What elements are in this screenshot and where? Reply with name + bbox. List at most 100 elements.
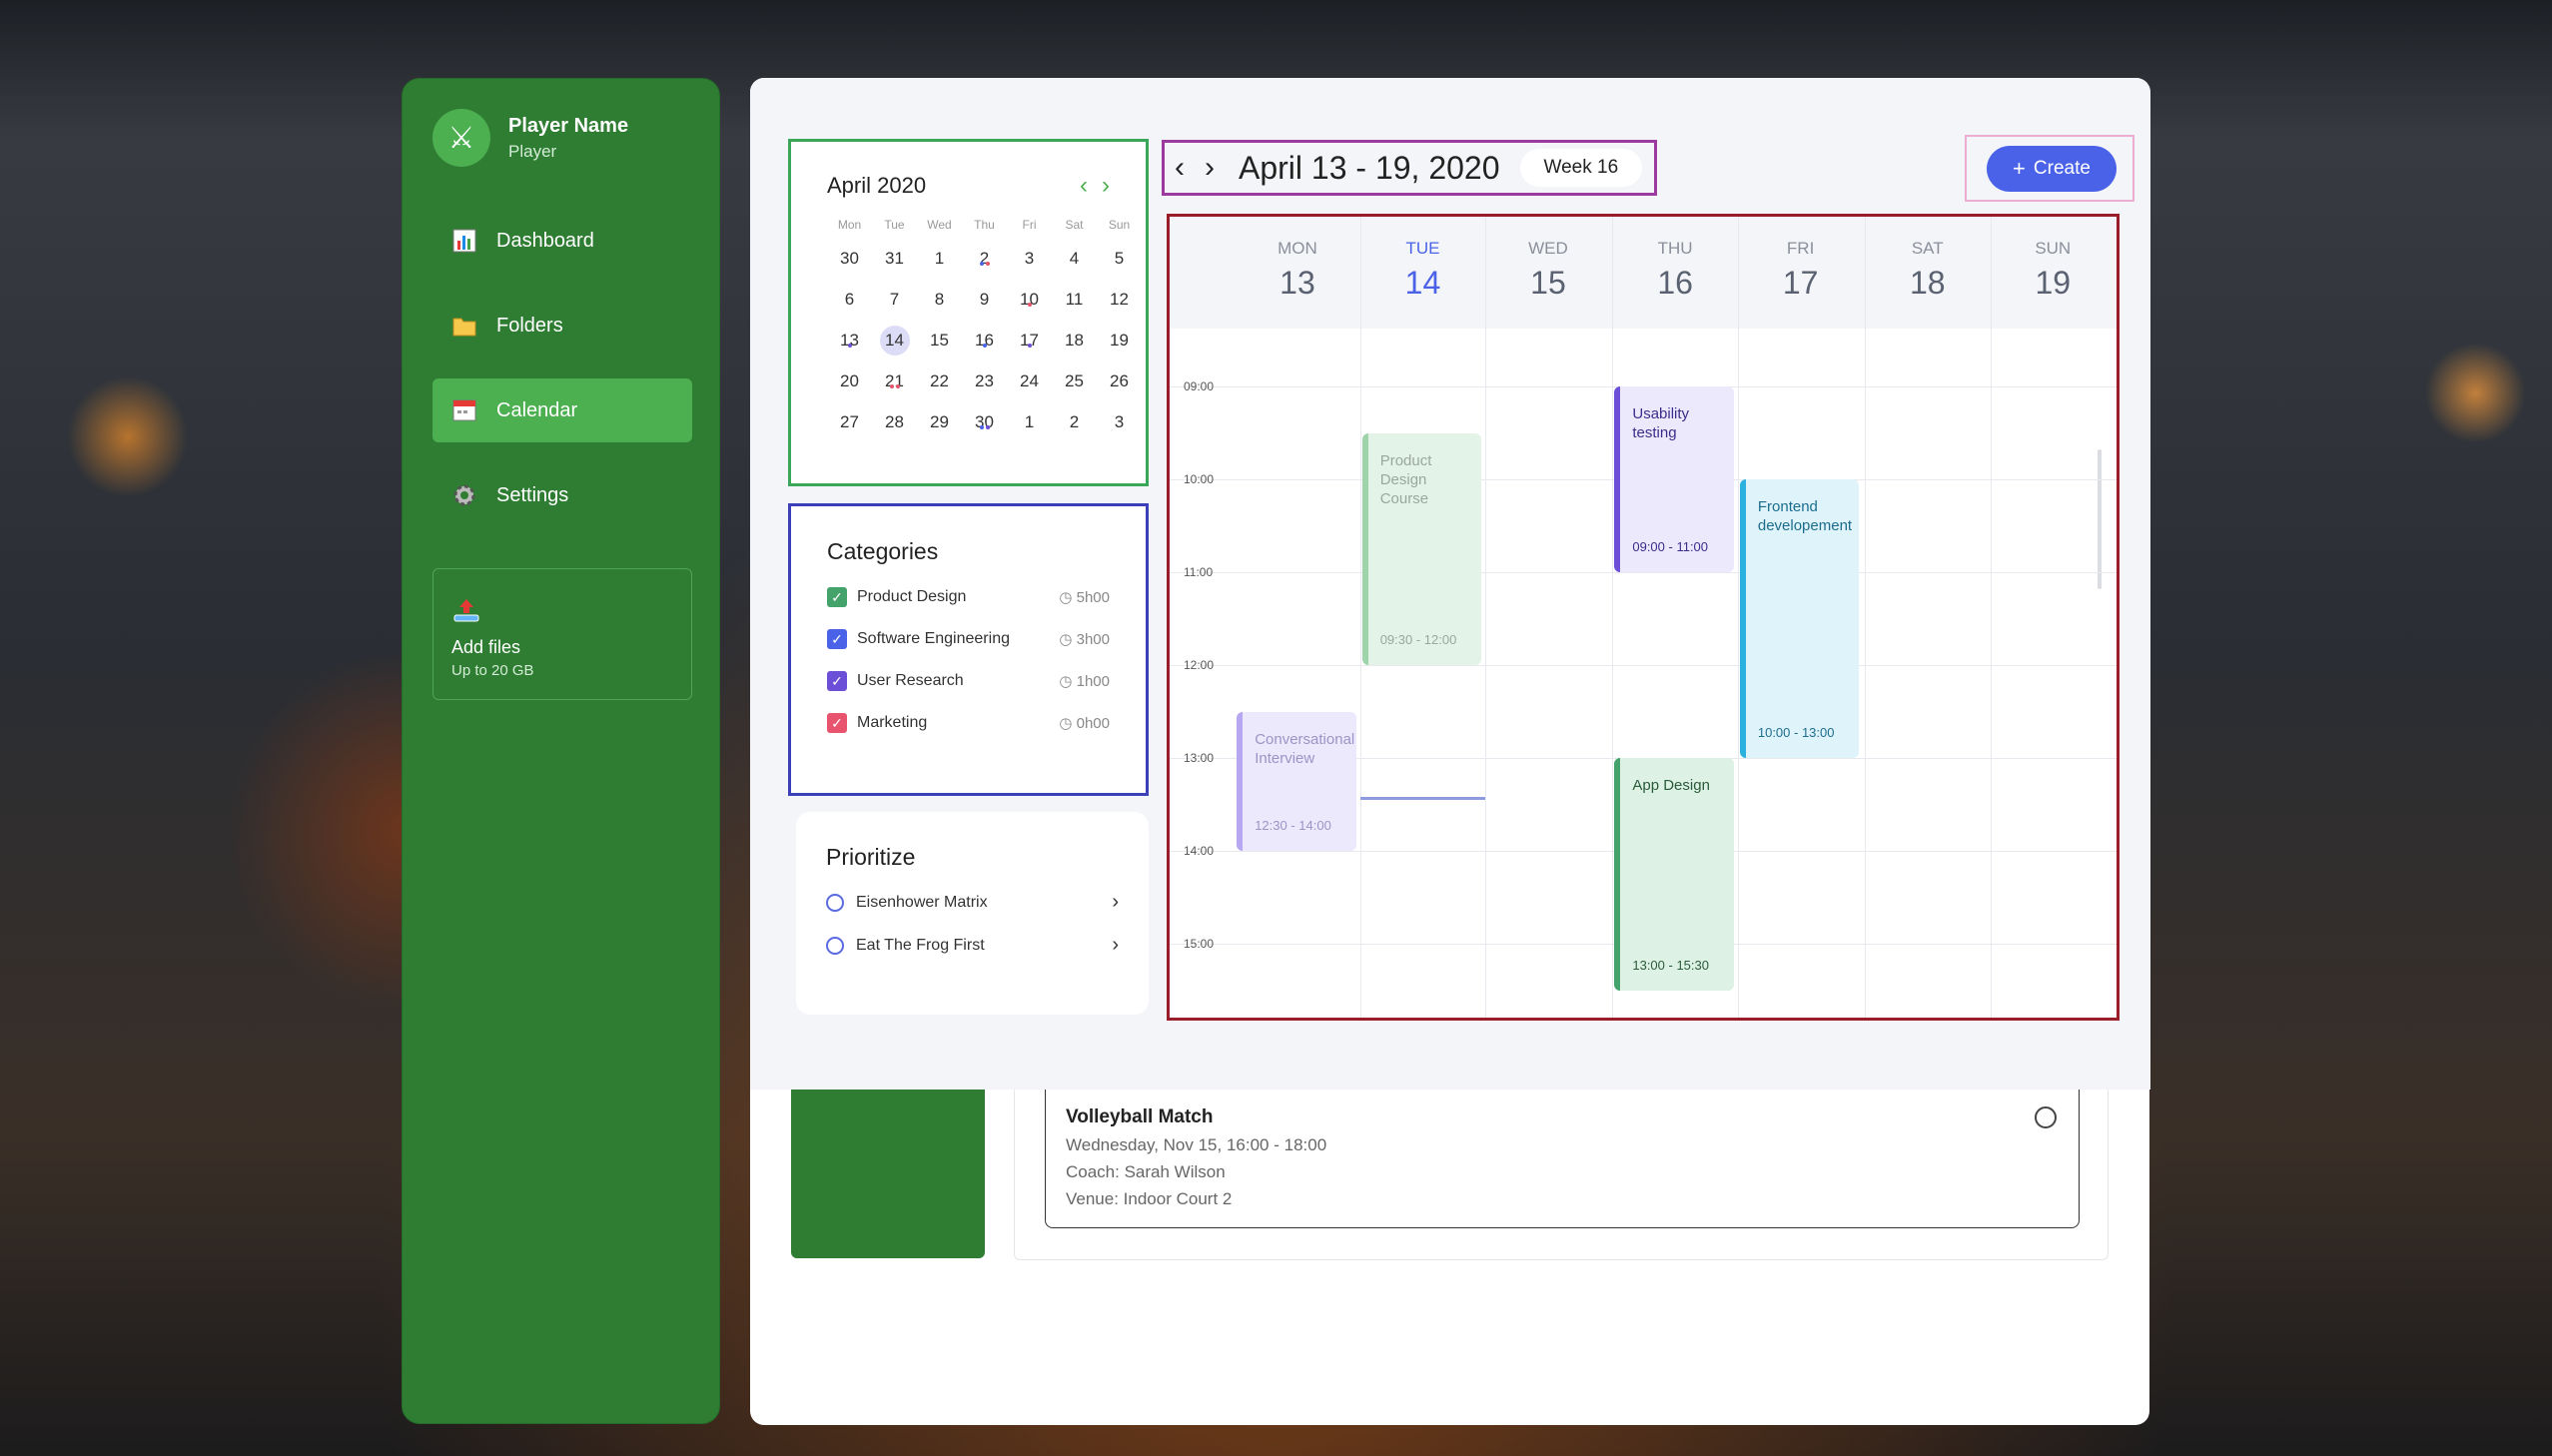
mini-calendar-day[interactable]: 9 [962, 285, 1007, 326]
frog-icon [826, 936, 844, 955]
scrollbar[interactable] [2098, 449, 2102, 589]
mini-calendar-day[interactable]: 7 [872, 285, 917, 326]
nav-folders[interactable]: Folders [432, 294, 692, 358]
nav-settings-label: Settings [496, 483, 569, 506]
week-grid: MON 13 TUE 14 WED 15 THU 16 FRI 17 SAT 18 SUN 19 09:00… [1167, 214, 2120, 1021]
day-header[interactable]: FRI 17 [1738, 239, 1864, 302]
mini-calendar-day[interactable]: 29 [917, 407, 962, 448]
categories-panel: Categories ✓ Product Design ◷ 5h00 ✓ Softwar… [788, 503, 1149, 796]
day-header[interactable]: THU 16 [1612, 239, 1738, 302]
nav-dashboard[interactable]: Dashboard [432, 209, 692, 273]
mini-calendar-day[interactable]: 16 [962, 326, 1007, 366]
day-name: THU [1657, 239, 1693, 258]
checkbox[interactable]: ✓ [827, 713, 847, 733]
mini-calendar-day[interactable]: 14 [872, 326, 917, 366]
day-header[interactable]: TUE 14 [1360, 239, 1486, 302]
mini-calendar-day[interactable]: 19 [1097, 326, 1142, 366]
mini-calendar-day[interactable]: 26 [1097, 366, 1142, 407]
event-dots [1007, 292, 1052, 322]
mini-calendar-day[interactable]: 3 [1007, 244, 1052, 285]
mini-calendar: April 2020 ‹› Mon Tue Wed Thu Fri Sat Sun 30 31 1… [788, 139, 1149, 486]
event-dots [962, 251, 1007, 281]
weekday-label: Wed [927, 218, 952, 232]
mini-calendar-day[interactable]: 1 [1007, 407, 1052, 448]
day-date: 19 [2035, 265, 2072, 301]
mini-calendar-day[interactable]: 15 [917, 326, 962, 366]
calendar-event[interactable]: App Design 13:00 - 15:30 [1614, 758, 1734, 991]
add-files[interactable]: Add files Up to 20 GB [432, 568, 692, 700]
nav-calendar[interactable]: Calendar [432, 378, 692, 442]
calendar-event[interactable]: Frontend developement 10:00 - 13:00 [1739, 479, 1860, 758]
mini-calendar-day[interactable]: 31 [872, 244, 917, 285]
day-header[interactable]: WED 15 [1485, 239, 1611, 302]
category-time: ◷ 3h00 [1059, 631, 1110, 648]
event-time: 12:30 - 14:00 [1255, 818, 1331, 833]
category-item[interactable]: ✓ Software Engineering ◷ 3h00 [827, 629, 1110, 649]
day-date: 13 [1279, 265, 1315, 301]
calendar-event[interactable]: Conversational Interview 12:30 - 14:00 [1237, 711, 1356, 851]
day-header[interactable]: SUN 19 [1991, 239, 2117, 302]
mini-calendar-day[interactable]: 18 [1052, 326, 1097, 366]
mini-calendar-day[interactable]: 13 [827, 326, 872, 366]
checkbox[interactable]: ✓ [827, 629, 847, 649]
mini-calendar-day[interactable]: 4 [1052, 244, 1097, 285]
mini-calendar-day[interactable]: 2 [1052, 407, 1097, 448]
plus-icon: + [2013, 156, 2026, 181]
volleyball-icon [2035, 1106, 2057, 1128]
mini-calendar-day[interactable]: 22 [917, 366, 962, 407]
mini-calendar-day[interactable]: 8 [917, 285, 962, 326]
prioritize-item-eisenhower[interactable]: Eisenhower Matrix › [826, 891, 1119, 914]
day-date: 18 [1909, 265, 1946, 301]
mini-calendar-day[interactable]: 27 [827, 407, 872, 448]
mini-calendar-day[interactable]: 24 [1007, 366, 1052, 407]
event-card-coach: Coach: Sarah Wilson [1066, 1162, 1226, 1181]
mini-calendar-day[interactable]: 30 [827, 244, 872, 285]
day-name: SUN [2035, 239, 2072, 258]
prev-month-icon[interactable]: ‹ [1080, 172, 1102, 199]
next-month-icon[interactable]: › [1102, 172, 1124, 199]
next-week-icon[interactable]: › [1205, 151, 1235, 184]
mini-calendar-day[interactable]: 5 [1097, 244, 1142, 285]
nav-settings[interactable]: Settings [432, 463, 692, 527]
mini-calendar-grid: Mon Tue Wed Thu Fri Sat Sun 30 31 1 2 3 4 5 6 7 8 9 10 11 12… [827, 218, 1130, 448]
mini-calendar-day[interactable]: 20 [827, 366, 872, 407]
category-item[interactable]: ✓ User Research ◷ 1h00 [827, 671, 1110, 691]
checkbox[interactable]: ✓ [827, 587, 847, 607]
mini-calendar-day[interactable]: 2 [962, 244, 1007, 285]
prev-week-icon[interactable]: ‹ [1175, 151, 1205, 184]
event-dots [962, 414, 1007, 444]
weekday-label: Fri [1022, 218, 1037, 232]
weekday-label: Tue [884, 218, 905, 232]
profile[interactable]: ⚔ Player Name Player [432, 109, 628, 167]
event-title: Conversational Interview [1255, 730, 1355, 767]
event-dots [827, 333, 872, 363]
hour-label: 11:00 [1184, 565, 1214, 579]
calendar-event[interactable]: Usability testing 09:00 - 11:00 [1614, 386, 1734, 572]
mini-calendar-day[interactable]: 21 [872, 366, 917, 407]
prioritize-item-frog[interactable]: Eat The Frog First › [826, 934, 1119, 957]
calendar-event[interactable]: Product Design Course 09:30 - 12:00 [1361, 432, 1482, 665]
checkbox[interactable]: ✓ [827, 671, 847, 691]
mini-calendar-day[interactable]: 6 [827, 285, 872, 326]
event-card-title: Volleyball Match [1066, 1106, 1214, 1127]
mini-calendar-day[interactable]: 17 [1007, 326, 1052, 366]
event-card[interactable]: Volleyball Match Wednesday, Nov 15, 16:0… [1045, 1089, 2080, 1228]
upload-icon [451, 597, 673, 627]
add-files-title: Add files [451, 637, 521, 657]
current-time-indicator [1359, 796, 1486, 800]
mini-calendar-day[interactable]: 30 [962, 407, 1007, 448]
mini-calendar-day[interactable]: 3 [1097, 407, 1142, 448]
mini-calendar-day[interactable]: 11 [1052, 285, 1097, 326]
mini-calendar-day[interactable]: 1 [917, 244, 962, 285]
mini-calendar-day[interactable]: 28 [872, 407, 917, 448]
day-header[interactable]: SAT 18 [1865, 239, 1991, 302]
day-header[interactable]: MON 13 [1235, 239, 1360, 302]
mini-calendar-day[interactable]: 25 [1052, 366, 1097, 407]
category-item[interactable]: ✓ Marketing ◷ 0h00 [827, 713, 1110, 733]
mini-calendar-day[interactable]: 12 [1097, 285, 1142, 326]
chevron-right-icon: › [1112, 891, 1119, 913]
category-item[interactable]: ✓ Product Design ◷ 5h00 [827, 587, 1110, 607]
mini-calendar-day[interactable]: 10 [1007, 285, 1052, 326]
create-button[interactable]: + Create [1987, 146, 2117, 192]
mini-calendar-day[interactable]: 23 [962, 366, 1007, 407]
